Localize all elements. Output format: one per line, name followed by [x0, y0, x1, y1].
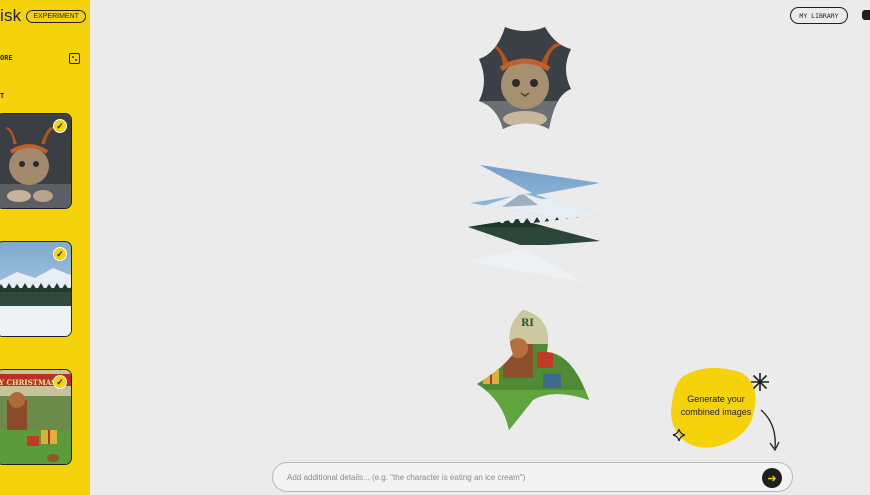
- star-icon: [672, 428, 686, 442]
- christmas-text-fragment: RI: [521, 318, 534, 329]
- my-library-button[interactable]: MY LIBRARY: [790, 7, 848, 24]
- prompt-input[interactable]: [287, 472, 747, 482]
- subject-shape-cat: [479, 27, 571, 129]
- curved-arrow-icon: [760, 409, 780, 452]
- dice-icon[interactable]: [69, 52, 80, 64]
- sidebar: isk EXPERIMENT ORE T ✓ ✓ Y CHRISTMAS ✓: [0, 0, 90, 495]
- tooltip-text: Generate your combined images: [680, 394, 752, 417]
- more-row[interactable]: ORE: [0, 50, 80, 66]
- brand-name: isk: [0, 6, 22, 25]
- check-icon: ✓: [53, 119, 67, 133]
- send-arrow-icon[interactable]: ➔: [762, 468, 782, 488]
- scene-shape-mountains: [464, 165, 602, 283]
- prompt-bar: ➔: [272, 462, 793, 492]
- more-label: ORE: [0, 54, 13, 62]
- section-label: T: [0, 92, 5, 100]
- check-icon: ✓: [53, 375, 67, 389]
- account-icon[interactable]: [862, 10, 870, 20]
- experiment-badge: EXPERIMENT: [26, 9, 86, 23]
- thumb-scene-mountains[interactable]: ✓: [0, 241, 72, 337]
- style-shape-christmas: RI: [477, 310, 589, 430]
- thumb-caption: Y CHRISTMAS: [0, 378, 57, 387]
- thumb-style-christmas[interactable]: Y CHRISTMAS ✓: [0, 369, 72, 465]
- check-icon: ✓: [53, 247, 67, 261]
- sparkle-icon: [751, 373, 769, 391]
- thumb-subject-cat[interactable]: ✓: [0, 113, 72, 209]
- brand: isk EXPERIMENT: [0, 6, 86, 26]
